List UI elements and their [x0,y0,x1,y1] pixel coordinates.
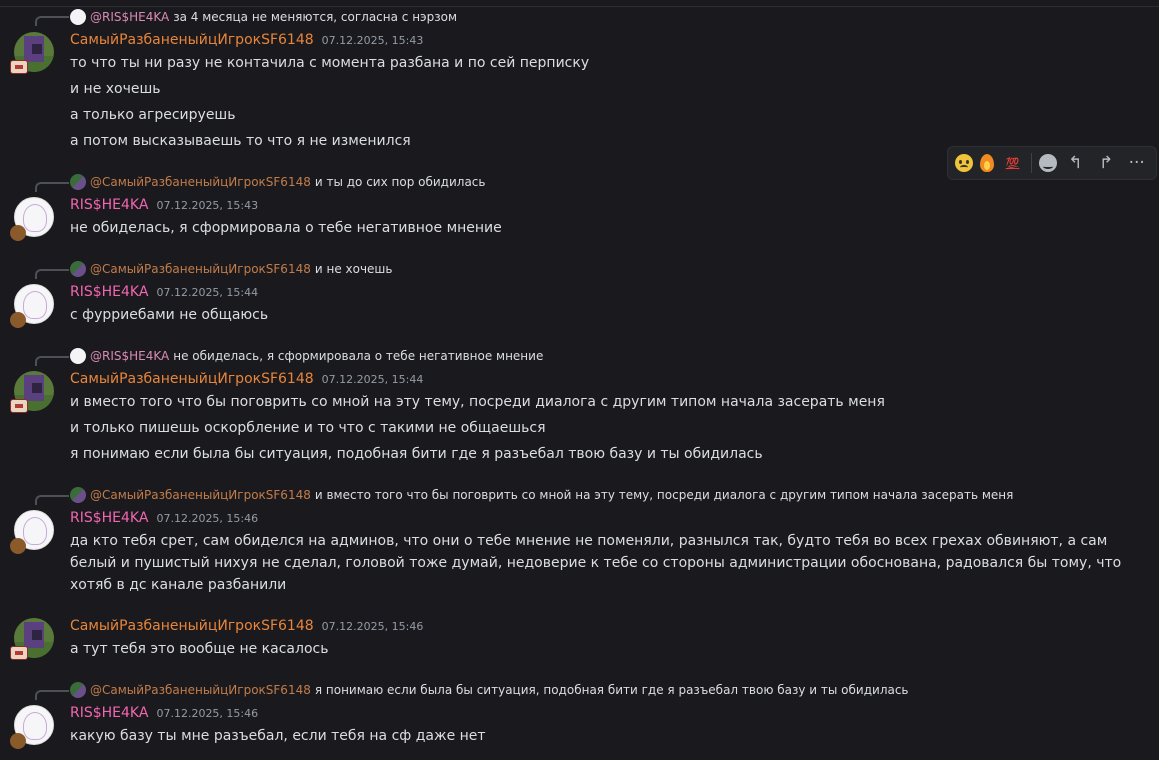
message-text: я понимаю если была бы ситуация, подобна… [70,446,763,462]
reply-spine [35,690,69,700]
add-reaction-icon[interactable] [1038,154,1057,172]
reply-spine [35,495,69,505]
reply-avatar [70,174,86,190]
reply-reference[interactable]: @СамыйРазбаненыйцИгрокSF6148 и вместо то… [70,486,1013,504]
message-text: и только пишешь оскорбление и то что с т… [70,420,546,436]
hundred-emoji-icon[interactable]: 💯 [1001,151,1025,175]
toolbar-divider [1031,153,1033,173]
message-header: RIS$HE4KA 07.12.2025, 15:46 [70,510,258,530]
message-text: то что ты ни разу не контачила с момента… [70,55,590,71]
reply-reference[interactable]: @RIS$HE4KA не обиделась, я сформировала … [70,347,543,365]
top-divider [0,6,1159,7]
forward-icon[interactable]: ↱ [1094,151,1118,175]
more-icon[interactable]: ··· [1125,151,1149,175]
reply-username[interactable]: @RIS$HE4KA [90,10,169,24]
reply-username[interactable]: @СамыйРазбаненыйцИгрокSF6148 [90,683,311,697]
reply-reference[interactable]: @СамыйРазбаненыйцИгрокSF6148 и не хочешь [70,260,392,278]
reply-avatar [70,348,86,364]
reply-reference[interactable]: @СамыйРазбаненыйцИгрокSF6148 и ты до сих… [70,173,485,191]
timestamp[interactable]: 07.12.2025, 15:46 [156,707,258,720]
reply-username[interactable]: @СамыйРазбаненыйцИгрокSF6148 [90,175,311,189]
message-text: не обиделась, я сформировала о тебе нега… [70,220,502,236]
username[interactable]: RIS$HE4KA [70,284,148,300]
reply-avatar [70,487,86,503]
message-text: с фурриебами не общаюсь [70,307,269,323]
reply-username[interactable]: @СамыйРазбаненыйцИгрокSF6148 [90,488,311,502]
reply-preview-text[interactable]: и вместо того что бы поговрить со мной н… [315,488,1013,502]
reply-preview-text[interactable]: я понимаю если была бы ситуация, подобна… [315,683,909,697]
reply-preview-text[interactable]: и не хочешь [315,262,393,276]
reply-icon[interactable]: ↰ [1063,151,1087,175]
message-header: RIS$HE4KA 07.12.2025, 15:46 [70,705,258,725]
reply-spine [35,269,69,279]
message-text: а тут тебя это вообще не касалось [70,641,329,657]
username[interactable]: RIS$HE4KA [70,705,148,721]
timestamp[interactable]: 07.12.2025, 15:43 [156,199,258,212]
reply-preview-text[interactable]: за 4 месяца не меняются, согласна с нэрз… [173,10,457,24]
reply-preview-text[interactable]: не обиделась, я сформировала о тебе нега… [173,349,543,363]
message-header: СамыйРазбаненыйцИгрокSF6148 07.12.2025, … [70,371,423,391]
avatar-decoration-bear-icon [10,538,26,554]
fire-emoji-icon[interactable] [979,154,994,172]
reply-avatar [70,682,86,698]
timestamp[interactable]: 07.12.2025, 15:46 [156,512,258,525]
reply-reference[interactable]: @СамыйРазбаненыйцИгрокSF6148 я понимаю е… [70,681,909,699]
message-text: да кто тебя срет, сам обиделся на админо… [70,533,1122,593]
message-text: а потом высказываешь то что я не изменил… [70,133,411,149]
message-text: какую базу ты мне разъебал, если тебя на… [70,728,486,744]
avatar-decoration-bear-icon [10,312,26,328]
username[interactable]: СамыйРазбаненыйцИгрокSF6148 [70,618,314,634]
timestamp[interactable]: 07.12.2025, 15:44 [322,373,424,386]
timestamp[interactable]: 07.12.2025, 15:43 [322,34,424,47]
reply-username[interactable]: @СамыйРазбаненыйцИгрокSF6148 [90,262,311,276]
reply-preview-text[interactable]: и ты до сих пор обидилась [315,175,486,189]
message-header: RIS$HE4KA 07.12.2025, 15:43 [70,197,258,217]
reply-spine [35,16,69,26]
username[interactable]: RIS$HE4KA [70,510,148,526]
cold-sweat-emoji-icon[interactable] [955,154,974,172]
reply-spine [35,182,69,192]
message-header: СамыйРазбаненыйцИгрокSF6148 07.12.2025, … [70,618,423,638]
avatar-decoration-bear-icon [10,225,26,241]
message-text: и не хочешь [70,81,161,97]
reply-avatar [70,261,86,277]
timestamp[interactable]: 07.12.2025, 15:46 [322,620,424,633]
timestamp[interactable]: 07.12.2025, 15:44 [156,286,258,299]
avatar-decoration-ticket-icon [10,399,28,413]
message-text: и вместо того что бы поговрить со мной н… [70,394,885,410]
username[interactable]: СамыйРазбаненыйцИгрокSF6148 [70,371,314,387]
message-action-toolbar: 💯 ↰ ↱ ··· [947,146,1157,180]
avatar-decoration-ticket-icon [10,60,28,74]
username[interactable]: СамыйРазбаненыйцИгрокSF6148 [70,32,314,48]
reply-username[interactable]: @RIS$HE4KA [90,349,169,363]
message-header: СамыйРазбаненыйцИгрокSF6148 07.12.2025, … [70,32,423,52]
reply-avatar [70,9,86,25]
avatar-decoration-bear-icon [10,733,26,749]
username[interactable]: RIS$HE4KA [70,197,148,213]
avatar-decoration-ticket-icon [10,646,28,660]
message-header: RIS$HE4KA 07.12.2025, 15:44 [70,284,258,304]
message-text: а только агресируешь [70,107,236,123]
reply-spine [35,356,69,366]
reply-reference[interactable]: @RIS$HE4KA за 4 месяца не меняются, согл… [70,8,457,26]
